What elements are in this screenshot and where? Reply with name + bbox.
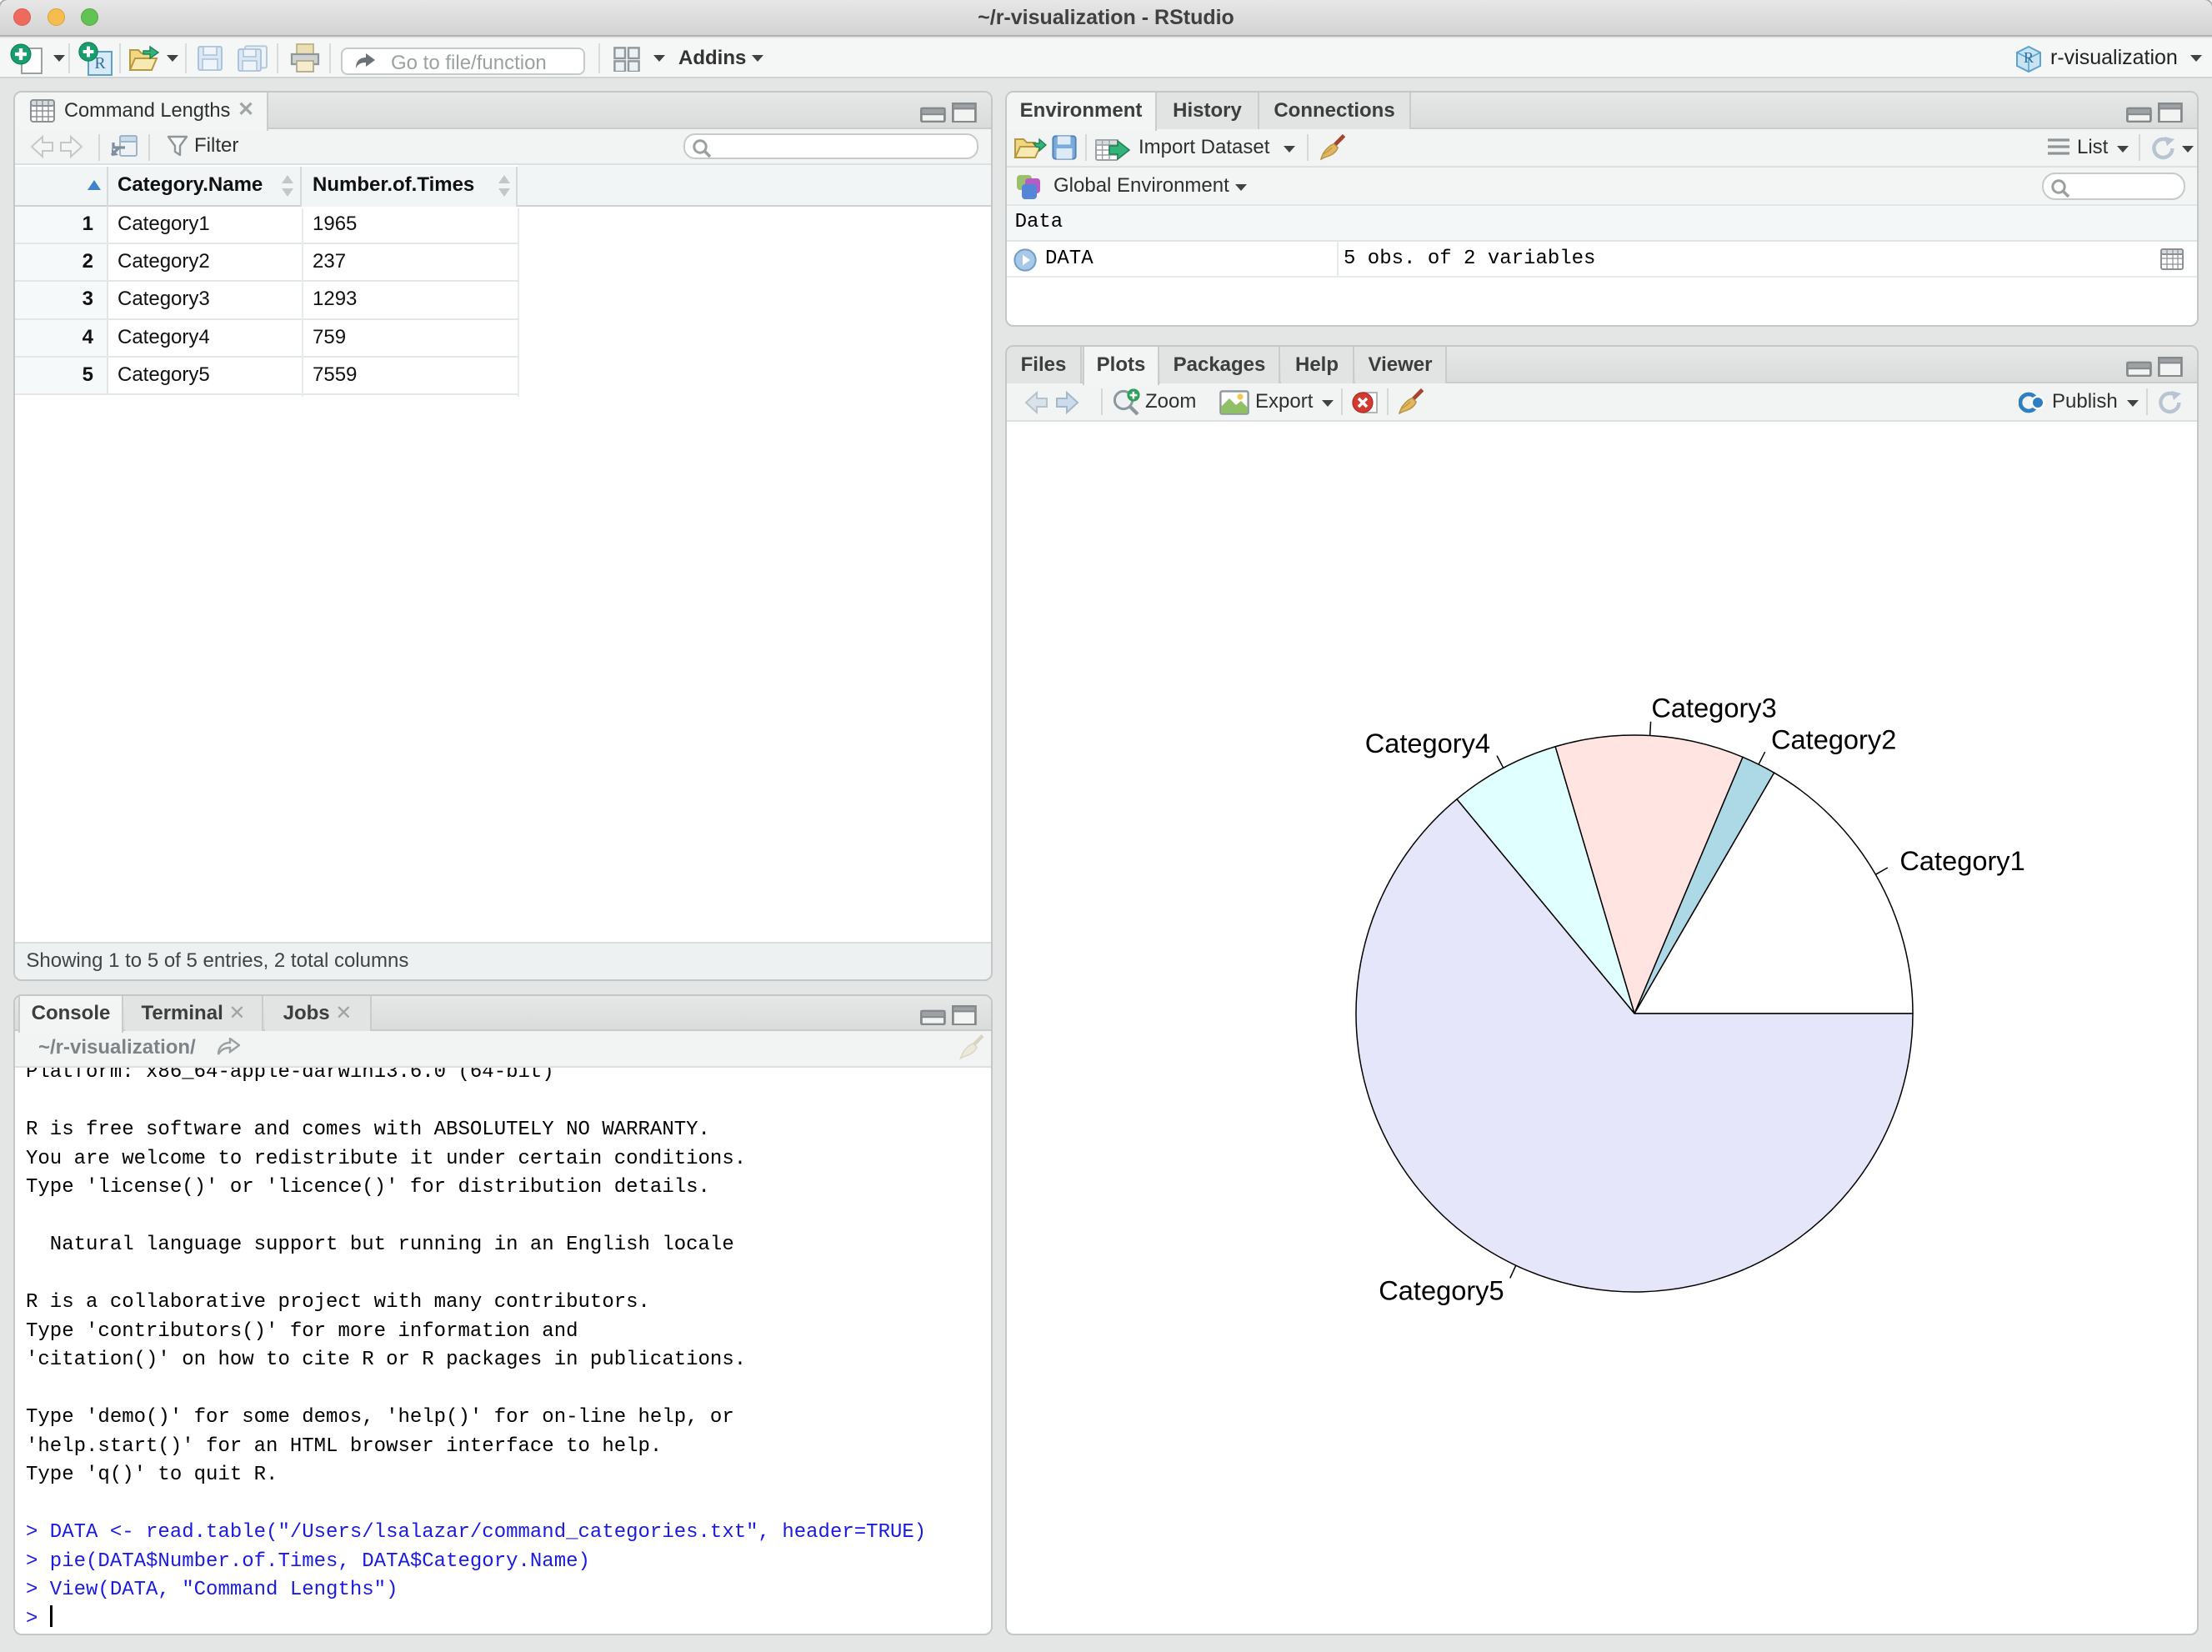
svg-text:Category1: Category1 <box>1899 845 2024 876</box>
svg-text:R: R <box>2024 49 2034 66</box>
svg-text:Category4: Category4 <box>1365 728 1490 758</box>
svg-text:Category3: Category3 <box>1651 692 1776 723</box>
svg-text:Category5: Category5 <box>1379 1275 1504 1306</box>
svg-text:Category2: Category2 <box>1771 723 1896 754</box>
